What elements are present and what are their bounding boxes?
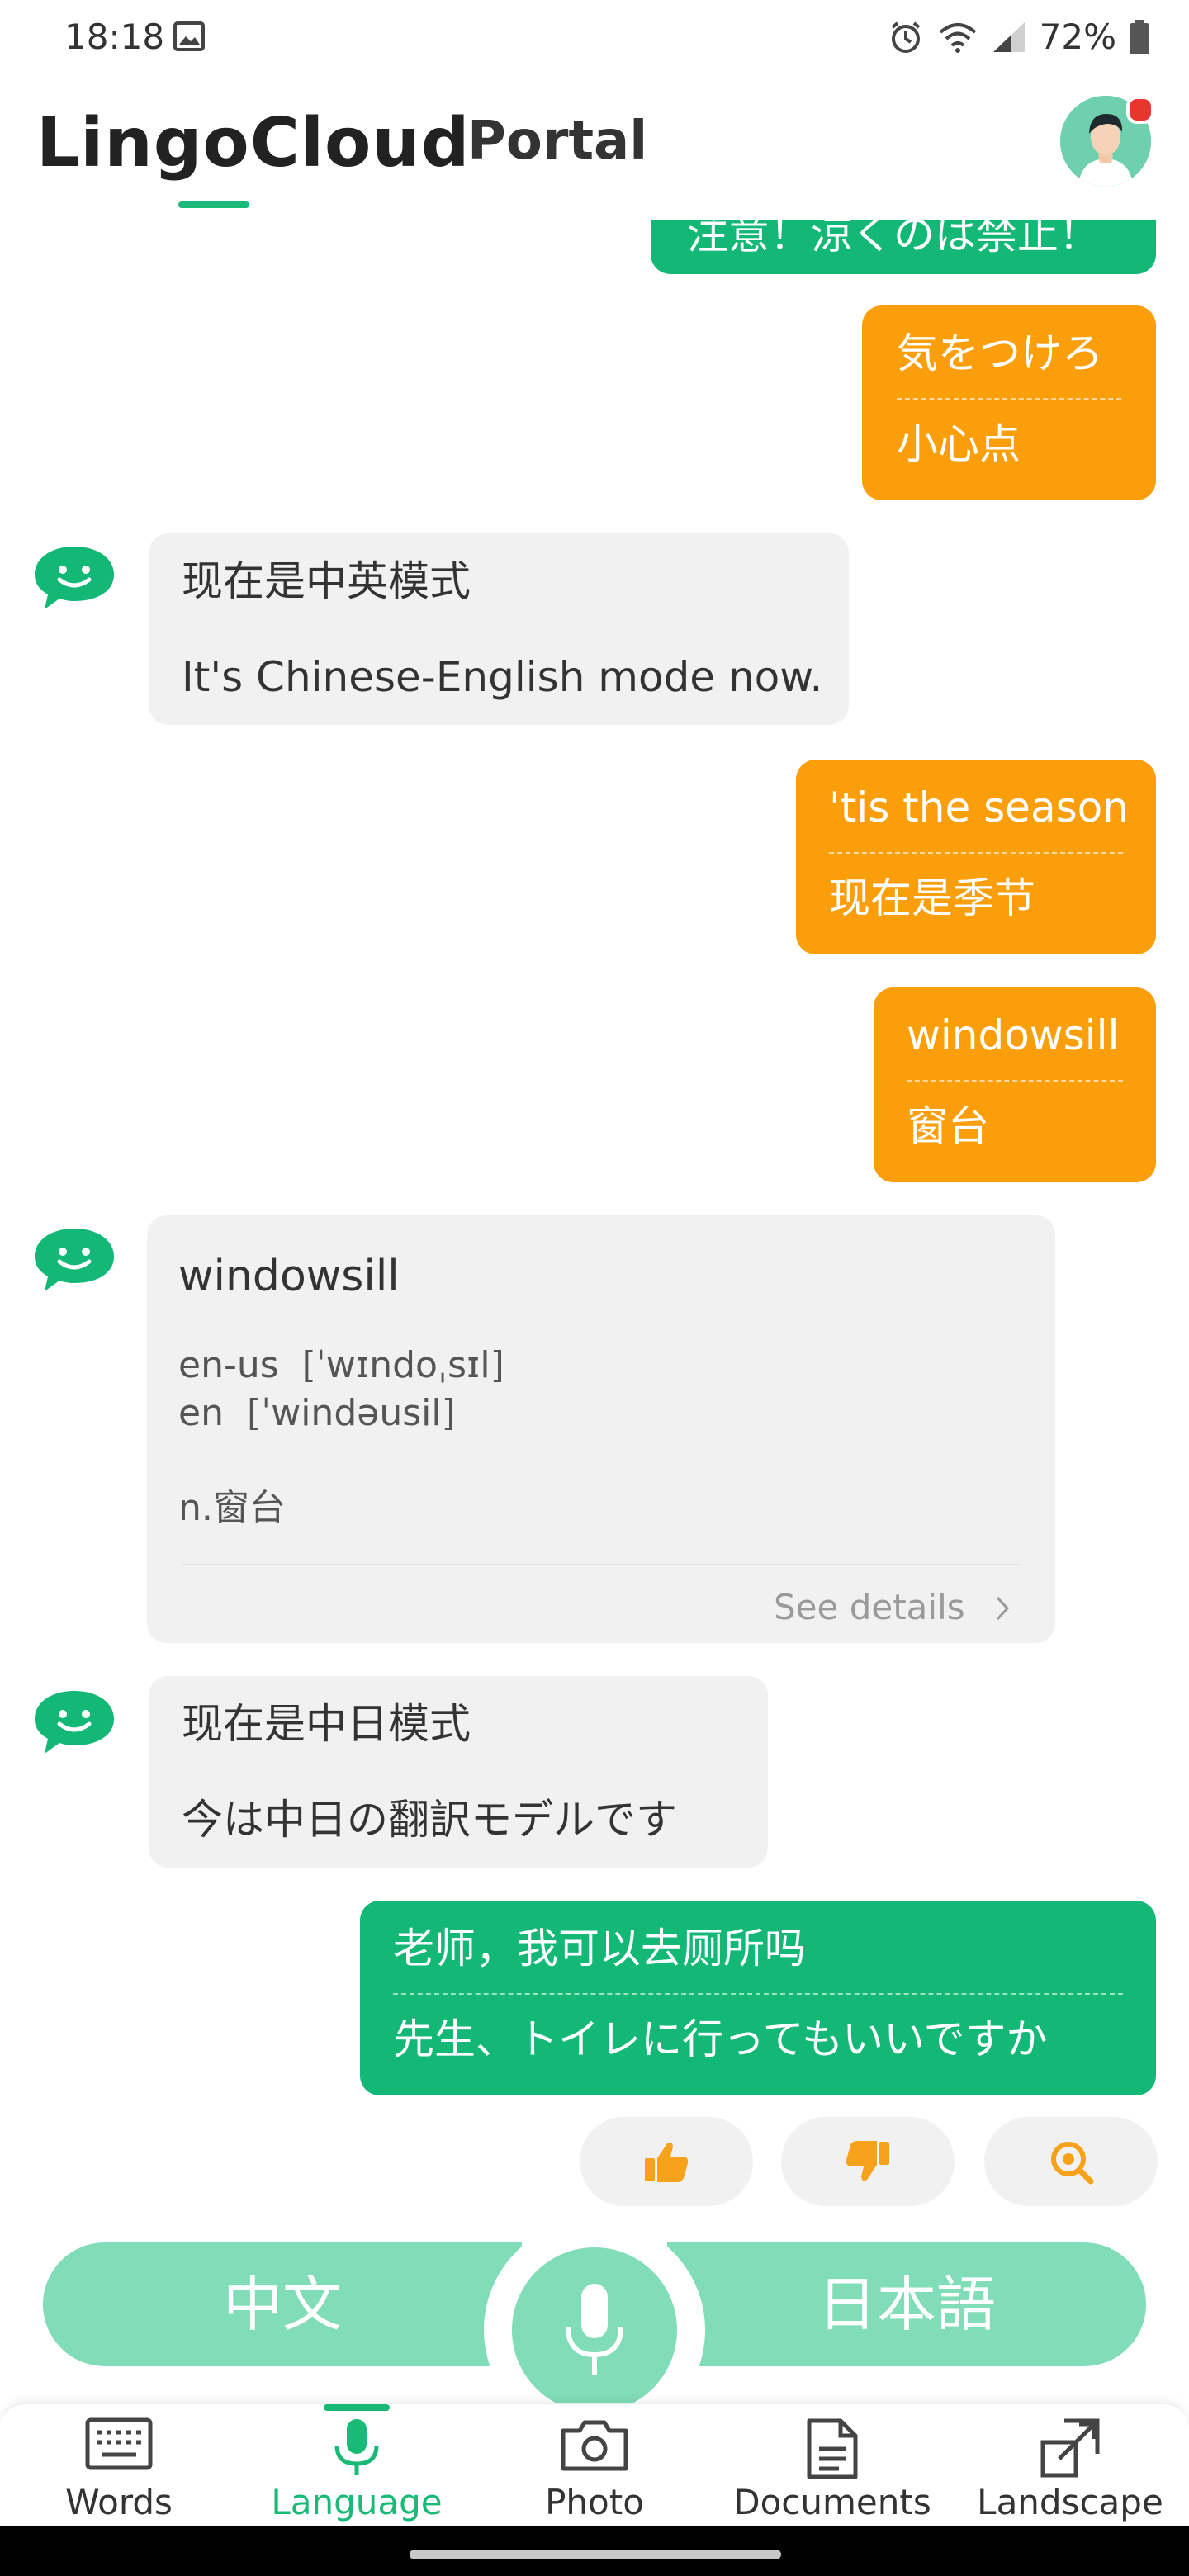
user-message[interactable]: 'tis the season 现在是季节 xyxy=(796,760,1156,954)
message-source: 老师，我可以去厕所吗 xyxy=(393,1925,806,1972)
app-title-tab[interactable]: LingoCloud xyxy=(36,104,470,182)
status-time: 18:18 xyxy=(64,17,165,57)
message-divider xyxy=(829,852,1123,854)
bot-message-text: 现在是中英模式 xyxy=(182,557,471,605)
app-header: LingoCloud Portal xyxy=(0,79,1189,220)
nav-item-photo[interactable]: Photo xyxy=(476,2404,713,2528)
phonetic-en-label: en xyxy=(178,1392,224,1434)
message-source: 気をつけろ xyxy=(897,329,1103,377)
target-language-label: 日本語 xyxy=(817,2270,996,2339)
message-translation: 窗台 xyxy=(907,1102,989,1150)
bot-message[interactable]: 现在是中日模式 今は中日の翻訳モデルです xyxy=(149,1676,768,1868)
see-details-label: See details xyxy=(774,1587,965,1627)
notification-badge xyxy=(1126,96,1154,124)
nav-label-documents: Documents xyxy=(733,2482,931,2522)
user-message[interactable]: 老师，我可以去厕所吗 先生、トイレに行ってもいいですか xyxy=(360,1901,1156,2095)
dictionary-definition: n.窗台 xyxy=(178,1487,286,1529)
phonetic-us-value: [ˈwɪndoˌsɪl] xyxy=(301,1344,504,1386)
bot-message-text: 现在是中日模式 xyxy=(182,1700,471,1748)
source-language-label: 中文 xyxy=(222,2270,342,2339)
nav-item-words[interactable]: Words xyxy=(0,2404,238,2528)
dictionary-card[interactable]: windowsill en-us [ˈwɪndoˌsɪl] en [ˈwində… xyxy=(147,1215,1055,1643)
chat-area[interactable]: 注意！涼くのは禁止！ 気をつけろ 小心点 现在是中英模式 It's Chines… xyxy=(0,220,1189,2237)
message-text: 注意！涼くのは禁止！ xyxy=(687,220,1100,258)
phonetic-en-value: [ˈwindəusil] xyxy=(246,1392,456,1434)
nav-label-language: Language xyxy=(271,2482,443,2522)
microphone-nav-icon xyxy=(334,2419,379,2475)
thumbs-down-button[interactable] xyxy=(781,2117,955,2206)
thumbs-down-icon xyxy=(846,2141,889,2181)
portal-tab[interactable]: Portal xyxy=(467,111,647,172)
home-indicator[interactable] xyxy=(410,2550,781,2559)
wifi-icon xyxy=(939,22,976,53)
signal-icon xyxy=(992,21,1025,52)
chevron-right-icon xyxy=(996,1596,1010,1621)
thumbs-up-button[interactable] xyxy=(580,2117,753,2206)
card-divider xyxy=(182,1564,1021,1565)
nav-item-language[interactable]: Language xyxy=(238,2404,476,2528)
bot-message-translation: It's Chinese-English mode now. xyxy=(182,653,823,701)
search-button[interactable] xyxy=(984,2117,1158,2206)
bot-chat-icon xyxy=(35,1229,114,1291)
target-language-button[interactable]: 日本語 xyxy=(667,2242,1146,2366)
keyboard-icon xyxy=(85,2417,153,2470)
message-translation: 现在是季节 xyxy=(829,874,1035,922)
alarm-icon xyxy=(891,21,920,53)
user-message[interactable]: windowsill 窗台 xyxy=(874,987,1156,1182)
image-icon xyxy=(173,21,205,51)
phonetic-en[interactable]: en [ˈwindəusil] xyxy=(178,1389,456,1437)
camera-icon xyxy=(561,2420,628,2471)
document-icon xyxy=(807,2418,858,2479)
phonetic-us-label: en-us xyxy=(178,1344,279,1386)
message-source: 'tis the season xyxy=(829,784,1129,831)
active-tab-indicator xyxy=(178,201,249,208)
bottom-nav: Words Language Photo Documents Landscape xyxy=(0,2403,1189,2528)
bot-chat-icon xyxy=(35,547,114,609)
message-translation: 小心点 xyxy=(897,420,1021,468)
battery-percent: 72% xyxy=(1039,17,1116,57)
status-bar: 18:18 72% xyxy=(0,0,1189,79)
battery-icon xyxy=(1130,19,1149,54)
nav-label-words: Words xyxy=(65,2482,173,2522)
user-message-partial[interactable]: 注意！涼くのは禁止！ xyxy=(651,220,1156,274)
message-divider xyxy=(907,1080,1123,1082)
source-language-button[interactable]: 中文 xyxy=(43,2242,522,2366)
bot-message[interactable]: 现在是中英模式 It's Chinese-English mode now. xyxy=(149,533,849,725)
dictionary-word: windowsill xyxy=(178,1252,400,1301)
bot-chat-icon xyxy=(35,1691,114,1754)
user-message[interactable]: 気をつけろ 小心点 xyxy=(862,305,1156,500)
nav-active-indicator xyxy=(324,2404,390,2411)
microphone-icon xyxy=(566,2284,623,2375)
status-right: 72% xyxy=(888,17,1149,57)
nav-item-documents[interactable]: Documents xyxy=(713,2404,951,2528)
nav-item-landscape[interactable]: Landscape xyxy=(951,2404,1189,2528)
nav-label-landscape: Landscape xyxy=(977,2482,1163,2522)
thumbs-up-icon xyxy=(645,2142,689,2182)
message-divider xyxy=(393,1993,1123,1995)
message-divider xyxy=(897,398,1121,400)
search-icon xyxy=(1051,2142,1094,2185)
message-translation: 先生、トイレに行ってもいいですか xyxy=(393,2015,1048,2063)
see-details-link[interactable]: See details xyxy=(774,1587,1012,1627)
bot-message-translation: 今は中日の翻訳モデルです xyxy=(182,1796,677,1844)
message-source: windowsill xyxy=(907,1011,1120,1059)
nav-label-photo: Photo xyxy=(545,2482,644,2522)
phonetic-us[interactable]: en-us [ˈwɪndoˌsɪl] xyxy=(178,1341,504,1390)
microphone-button[interactable] xyxy=(512,2247,677,2413)
landscape-icon xyxy=(1040,2418,1100,2478)
